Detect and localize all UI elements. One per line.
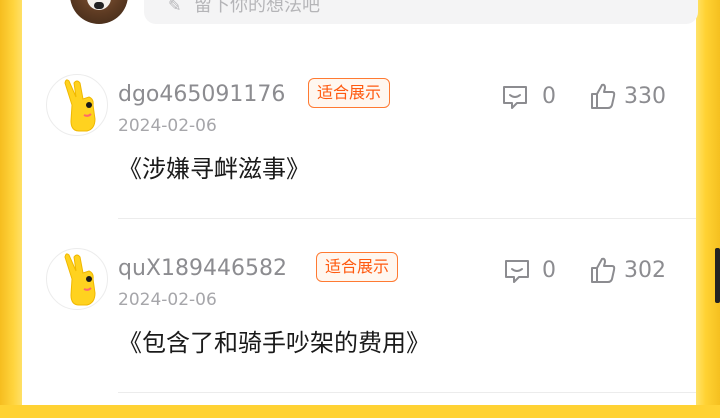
commenter-avatar[interactable] <box>46 248 108 310</box>
avatar-yellow-hand <box>64 253 96 306</box>
my-avatar[interactable] <box>70 0 128 24</box>
commenter-username[interactable]: dgo465091176 <box>118 82 285 108</box>
comment-input[interactable]: ✎ 留下你的想法吧 <box>144 0 698 24</box>
reply-count: 0 <box>542 258 556 283</box>
scrollbar[interactable] <box>715 248 720 303</box>
comment-item: quX189446582 适合展示 0 302 2024-02-06 《包含了和… <box>22 248 696 418</box>
comment-input-placeholder: 留下你的想法吧 <box>194 0 320 16</box>
right-background-strip <box>696 0 720 405</box>
comment-item: dgo465091176 适合展示 0 330 2024-02-06 《涉嫌寻衅… <box>22 74 696 244</box>
like-count: 330 <box>624 84 666 109</box>
like-icon[interactable] <box>588 81 618 111</box>
edit-icon: ✎ <box>168 0 182 15</box>
commenter-avatar[interactable] <box>46 74 108 136</box>
reply-count: 0 <box>542 84 556 109</box>
display-badge: 适合展示 <box>316 252 399 282</box>
comment-text: 《涉嫌寻衅滋事》 <box>118 155 310 183</box>
comment-composer: ✎ 留下你的想法吧 <box>46 0 698 26</box>
avatar-yellow-hand <box>64 79 96 132</box>
reply-icon[interactable] <box>500 82 530 112</box>
comment-date: 2024-02-06 <box>118 290 217 310</box>
comment-date: 2024-02-06 <box>118 116 217 136</box>
commenter-username[interactable]: quX189446582 <box>118 256 287 282</box>
comments-panel: ✎ 留下你的想法吧 dgo465091176 适合展示 0 330 2024-0… <box>22 0 698 405</box>
display-badge: 适合展示 <box>308 78 391 108</box>
dog-nose-shape <box>94 2 104 9</box>
left-background-strip <box>0 0 22 405</box>
comment-divider <box>118 392 696 393</box>
like-icon[interactable] <box>588 255 618 285</box>
like-count: 302 <box>624 258 666 283</box>
comment-divider <box>118 218 696 219</box>
comment-text: 《包含了和骑手吵架的费用》 <box>118 329 430 357</box>
reply-icon[interactable] <box>502 256 532 286</box>
